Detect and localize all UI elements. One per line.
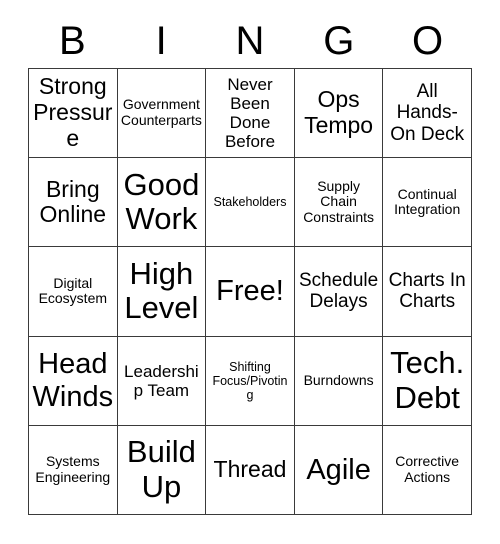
bingo-cell-label: Thread [213,456,287,483]
bingo-cell-r2c3[interactable]: Stakeholders [206,158,295,248]
bingo-cell-label: High Level [124,255,199,326]
bingo-header-letter-g: G [323,19,355,63]
bingo-cell-r1c2[interactable]: Government Counterparts [117,69,207,159]
bingo-cell-r5c1[interactable]: Systems Engineering [29,425,118,515]
bingo-cell-label: Free! [216,275,284,308]
bingo-cell-label: Bring Online [39,175,107,228]
bingo-cell-label: All Hands-On Deck [390,81,465,145]
bingo-cell-label: Burndowns [303,371,374,388]
bingo-header-letter-i: I [155,19,167,63]
bingo-free-space[interactable]: Free! [206,247,295,337]
bingo-cell-r4c5[interactable]: Tech. Debt [383,336,472,426]
bingo-cell-r3c2[interactable]: High Level [117,247,207,337]
bingo-cell-r3c4[interactable]: Schedule Delays [294,247,384,337]
bingo-cell-label: Strong Pressure [33,73,113,151]
bingo-cell-r5c2[interactable]: Build Up [117,425,207,515]
bingo-cell-r5c5[interactable]: Corrective Actions [383,425,472,515]
bingo-cell-r2c4[interactable]: Supply Chain Constraints [294,158,384,248]
bingo-cell-label: Charts In Charts [388,270,466,313]
bingo-cell-label: Government Counterparts [120,96,202,129]
bingo-header-row: BINGO [28,14,472,68]
bingo-cell-r1c1[interactable]: Strong Pressure [29,69,118,159]
bingo-cell-label: Digital Ecosystem [38,274,108,307]
bingo-cell-r4c1[interactable]: Head Winds [29,336,118,426]
bingo-cell-r5c3[interactable]: Thread [206,425,295,515]
bingo-cell-label: Head Winds [32,348,114,413]
bingo-cell-label: Supply Chain Constraints [303,177,374,226]
bingo-header-letter-o: O [412,19,444,63]
bingo-cell-label: Never Been Done Before [224,75,276,152]
bingo-cell-r2c5[interactable]: Continual Integration [383,158,472,248]
bingo-header-letter-b: B [59,19,86,63]
bingo-cell-r3c5[interactable]: Charts In Charts [383,247,472,337]
bingo-cell-label: Corrective Actions [395,453,460,485]
bingo-grid: Strong Pressure Government Counterparts Ne… [28,68,472,515]
bingo-cell-r4c2[interactable]: Leadership Team [117,336,207,426]
bingo-cell-label: Leadership Team [124,361,199,400]
bingo-cell-label: Agile [306,453,371,486]
bingo-cell-r2c1[interactable]: Bring Online [29,158,118,248]
bingo-cell-label: Schedule Delays [298,270,379,313]
bingo-cell-r1c4[interactable]: Ops Tempo [294,69,384,159]
bingo-cell-r4c3[interactable]: Shifting Focus/Pivoting [206,336,295,426]
bingo-cell-r1c5[interactable]: All Hands-On Deck [383,69,472,159]
bingo-cell-r5c4[interactable]: Agile [294,425,384,515]
bingo-cell-r2c2[interactable]: Good Work [117,158,207,248]
bingo-cell-r3c1[interactable]: Digital Ecosystem [29,247,118,337]
bingo-cell-r4c4[interactable]: Burndowns [294,336,384,426]
bingo-cell-label: Good Work [123,166,200,237]
bingo-cell-label: Shifting Focus/Pivoting [212,359,288,402]
bingo-card: B I N G O Strong Pressure Government Counterp… [0,0,500,544]
bingo-cell-label: Stakeholders [213,195,287,210]
bingo-cell-r1c3[interactable]: Never Been Done Before [206,69,295,159]
bingo-cell-label: Continual Integration [394,185,461,218]
bingo-header-letter-n: N [235,19,265,63]
bingo-cell-label: Systems Engineering [35,453,111,485]
bingo-cell-label: Tech. Debt [390,344,465,415]
bingo-cell-label: Build Up [126,434,196,504]
bingo-cell-label: Ops Tempo [304,86,374,139]
